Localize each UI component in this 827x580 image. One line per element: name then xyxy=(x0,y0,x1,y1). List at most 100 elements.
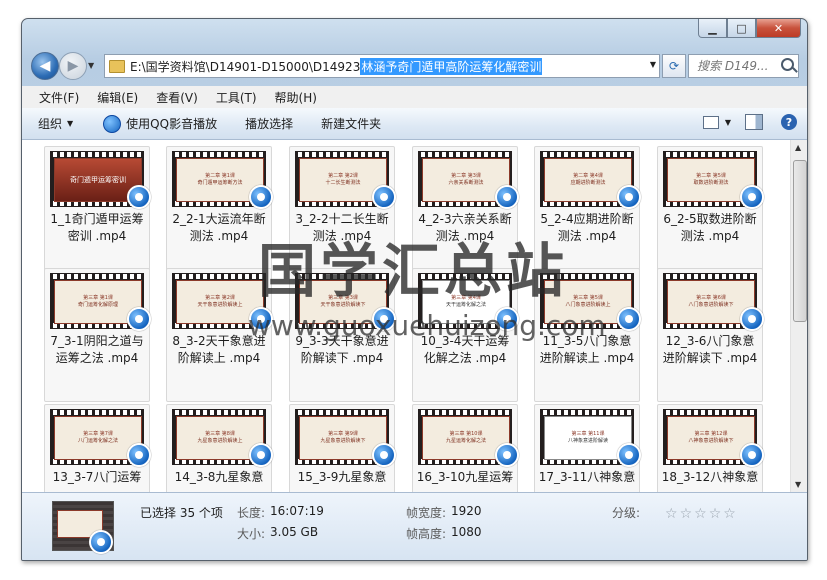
search-icon[interactable] xyxy=(781,58,794,71)
file-item[interactable]: 第三章 第7课 八门运筹化解之法 13_3-7八门运筹 xyxy=(44,404,151,492)
qq-player-badge-icon xyxy=(740,443,764,467)
thumbnail-title: 奇门遁甲运筹密训 xyxy=(70,175,126,184)
scrollbar-thumb[interactable] xyxy=(793,160,807,322)
rating-star-icon[interactable]: ☆ xyxy=(680,506,695,522)
refresh-button[interactable]: ⟳ xyxy=(662,54,686,78)
file-name-line-1: 17_3-11八神象意 xyxy=(538,470,636,484)
thumbnail-title: 奇门运筹化解原理 xyxy=(77,302,118,308)
qq-player-badge-icon xyxy=(617,307,641,331)
address-dropdown-icon[interactable]: ▼ xyxy=(650,60,656,69)
qq-player-icon xyxy=(103,114,122,133)
file-item[interactable]: 第三章 第11课 八神象意进阶解读 17_3-11八神象意 xyxy=(534,404,641,492)
menu-tools[interactable]: 工具(T) xyxy=(216,89,257,106)
help-icon[interactable]: ? xyxy=(781,114,797,130)
minimize-button[interactable]: ▁ xyxy=(698,19,727,38)
file-item[interactable]: 第二章 第1课 奇门遁甲运筹断方法 2_2-1大运流年断 测法 .mp4 xyxy=(166,146,273,280)
rating-label: 分级: xyxy=(612,506,641,520)
thumbnail-chapter: 第三章 第9课 xyxy=(328,431,358,437)
frame-height-label: 帧高度: xyxy=(406,527,447,541)
file-name-line-1: 7_3-1阴阳之道与 xyxy=(50,334,144,348)
preview-pane-icon[interactable] xyxy=(745,114,763,130)
rating-stars[interactable]: ☆☆☆☆☆ xyxy=(665,506,738,522)
address-selected-text: 林涵予奇门遁甲高阶运筹化解密训 xyxy=(360,57,543,75)
thumbnail-title: 八门运筹化解之法 xyxy=(77,438,118,444)
file-name-line-1: 6_2-5取数进阶断 xyxy=(663,212,757,226)
recent-pages-dropdown-icon[interactable]: ▼ xyxy=(88,61,94,70)
vertical-scrollbar[interactable]: ▲ ▼ xyxy=(790,140,807,492)
new-folder-button[interactable]: 新建文件夹 xyxy=(321,115,381,132)
thumbnail-title: 八门象意进阶解读下 xyxy=(688,302,734,308)
organize-button[interactable]: 组织 ▼ xyxy=(38,115,73,132)
file-name-line-2: 进阶解读下 .mp4 xyxy=(662,351,758,365)
rating-star-icon[interactable]: ☆ xyxy=(694,506,709,522)
view-dropdown-icon[interactable]: ▼ xyxy=(725,118,731,127)
file-item[interactable]: 第三章 第10课 九星运筹化解之法 16_3-10九星运筹 xyxy=(412,404,519,492)
file-name: 18_3-12八神象意 xyxy=(658,469,762,486)
address-bar[interactable]: E:\国学资料馆\D14901-D15000\D14923 林涵予奇门遁甲高阶运… xyxy=(104,54,660,78)
navigation-bar: ◀ ▶ ▼ E:\国学资料馆\D14901-D15000\D14923 林涵予奇… xyxy=(22,50,807,82)
folder-icon xyxy=(109,59,125,73)
file-name: 1_1奇门遁甲运筹 密训 .mp4 xyxy=(45,211,149,245)
thumbnail-chapter: 第三章 第5课 xyxy=(573,295,603,301)
menu-help[interactable]: 帮助(H) xyxy=(275,89,317,106)
file-name-line-2: 密训 .mp4 xyxy=(67,229,127,243)
rating-star-icon[interactable]: ☆ xyxy=(709,506,724,522)
file-name-line-1: 13_3-7八门运筹 xyxy=(52,470,142,484)
scroll-up-icon[interactable]: ▲ xyxy=(795,143,801,152)
thumbnail-chapter: 第三章 第6课 xyxy=(696,295,726,301)
menu-view[interactable]: 查看(V) xyxy=(156,89,198,106)
size-value: 3.05 GB xyxy=(270,525,319,539)
length-value: 16:07:19 xyxy=(270,504,324,518)
new-folder-label: 新建文件夹 xyxy=(321,117,382,131)
thumbnail-title: 九星象意进阶解读下 xyxy=(320,438,366,444)
close-button[interactable]: ✕ xyxy=(756,19,801,38)
thumbnail-chapter: 第二章 第1课 xyxy=(205,173,235,179)
command-bar: 组织 ▼ 使用QQ影音播放 播放选择 新建文件夹 ▼ ? xyxy=(22,108,807,140)
qq-player-badge-icon xyxy=(495,185,519,209)
qq-player-badge-icon xyxy=(127,307,151,331)
file-item[interactable]: 奇门遁甲运筹密训 1_1奇门遁甲运筹 密训 .mp4 xyxy=(44,146,151,280)
search-box[interactable] xyxy=(688,54,799,78)
thumbnail-title: 九星象意进阶解读上 xyxy=(197,438,243,444)
file-item[interactable]: 第三章 第1课 奇门运筹化解原理 7_3-1阴阳之道与 运筹之法 .mp4 xyxy=(44,268,151,402)
organize-label: 组织 xyxy=(38,117,63,131)
file-name: 16_3-10九星运筹 xyxy=(413,469,517,486)
thumbnail-chapter: 第三章 第12课 xyxy=(694,431,728,437)
thumbnail-chapter: 第二章 第5课 xyxy=(696,173,726,179)
file-name-line-2: 测法 .mp4 xyxy=(680,229,740,243)
file-name: 17_3-11八神象意 xyxy=(535,469,639,486)
back-button[interactable]: ◀ xyxy=(31,52,59,80)
thumbnail-chapter: 第三章 第2课 xyxy=(205,295,235,301)
search-input[interactable] xyxy=(695,58,777,74)
thumbnail-chapter: 第三章 第8课 xyxy=(205,431,235,437)
thumbnail-title: 六亲关系断测法 xyxy=(448,180,484,186)
file-item[interactable]: 第三章 第8课 九星象意进阶解读上 14_3-8九星象意 xyxy=(166,404,273,492)
qq-play-button[interactable]: 使用QQ影音播放 xyxy=(103,114,217,133)
file-item[interactable]: 第二章 第5课 取数进阶断测法 6_2-5取数进阶断 测法 .mp4 xyxy=(657,146,764,280)
file-name-line-1: 16_3-10九星运筹 xyxy=(416,470,514,484)
file-name-line-1: 12_3-6八门象意 xyxy=(665,334,755,348)
change-view-icon[interactable] xyxy=(702,115,719,129)
scroll-down-icon[interactable]: ▼ xyxy=(795,480,801,489)
menu-file[interactable]: 文件(F) xyxy=(39,89,79,106)
play-selection-button[interactable]: 播放选择 xyxy=(245,115,293,132)
length-label: 长度: xyxy=(237,506,266,520)
forward-button[interactable]: ▶ xyxy=(59,52,87,80)
thumbnail-chapter: 第三章 第11课 xyxy=(571,431,605,437)
file-item[interactable]: 第三章 第9课 九星象意进阶解读下 15_3-9九星象意 xyxy=(289,404,396,492)
frame-height-value: 1080 xyxy=(451,525,482,539)
file-name-line-1: 2_2-1大运流年断 xyxy=(172,212,266,226)
file-name: 14_3-8九星象意 xyxy=(167,469,271,486)
frame-width-label: 帧宽度: xyxy=(406,506,447,520)
rating-star-icon[interactable]: ☆ xyxy=(723,506,738,522)
maximize-button[interactable]: □ xyxy=(727,19,756,38)
file-item[interactable]: 第三章 第12课 八神象意进阶解读下 18_3-12八神象意 xyxy=(657,404,764,492)
thumbnail-chapter: 第三章 第1课 xyxy=(83,295,113,301)
thumbnail-title: 八神象意进阶解读 xyxy=(567,438,608,444)
file-name-line-1: 18_3-12八神象意 xyxy=(661,470,759,484)
file-item[interactable]: 第三章 第6课 八门象意进阶解读下 12_3-6八门象意 进阶解读下 .mp4 xyxy=(657,268,764,402)
qq-player-badge-icon xyxy=(740,185,764,209)
caption-buttons: ▁ □ ✕ xyxy=(698,19,801,38)
menu-edit[interactable]: 编辑(E) xyxy=(97,89,138,106)
rating-star-icon[interactable]: ☆ xyxy=(665,506,680,522)
